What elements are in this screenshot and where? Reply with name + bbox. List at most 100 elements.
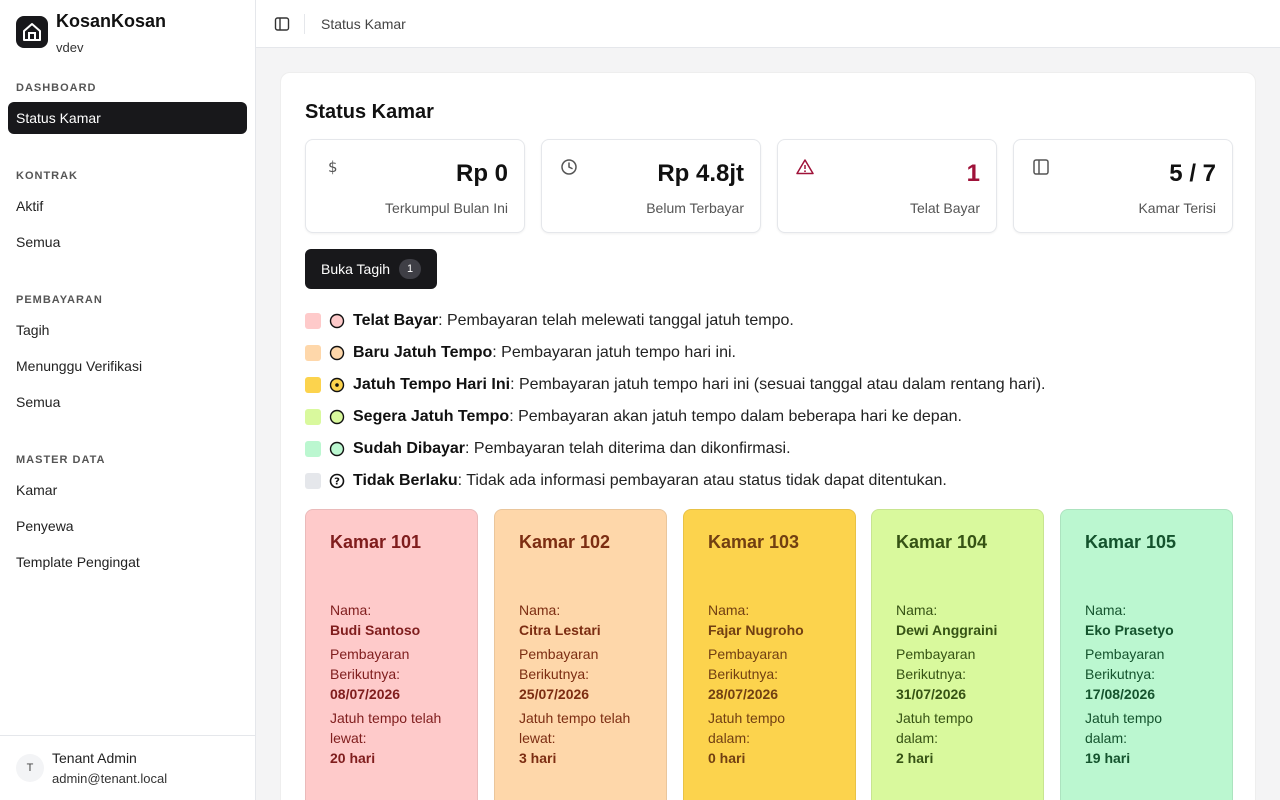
room-label: dalam: [1085, 730, 1128, 746]
room-label: Pembayaran [896, 646, 976, 662]
door-icon [1033, 159, 1049, 175]
room-next-date: 08/07/2026 [330, 686, 401, 702]
status-legend: Telat Bayar: Pembayaran telah melewati t… [305, 305, 1045, 497]
room-label: Nama: [896, 602, 938, 618]
room-label: lewat: [519, 730, 556, 746]
sidebar: KosanKosan vdev DASHBOARD Status Kamar K… [0, 0, 256, 800]
room-tenant: Eko Prasetyo [1085, 622, 1174, 638]
brand[interactable]: KosanKosan vdev [16, 12, 166, 55]
legend-item: Segera Jatuh Tempo: Pembayaran akan jatu… [305, 401, 1045, 433]
room-label: Jatuh tempo telah [519, 710, 631, 726]
room-label: Pembayaran [1085, 646, 1165, 662]
nav-section-dashboard: DASHBOARD Status Kamar [8, 78, 247, 134]
nav-section-label: MASTER DATA [16, 454, 106, 466]
clock-icon [561, 159, 577, 175]
stat-card-unpaid: Rp 4.8jt Belum Terbayar [541, 139, 761, 233]
legend-title: Tidak Berlaku [353, 472, 458, 489]
room-card[interactable]: Kamar 102 Nama: Citra Lestari Pembayaran… [494, 509, 667, 800]
sidebar-item-penyewa[interactable]: Penyewa [8, 510, 247, 542]
stat-label: Kamar Terisi [1138, 200, 1216, 216]
room-label: Jatuh tempo telah [330, 710, 442, 726]
open-billing-button[interactable]: Buka Tagih 1 [305, 249, 437, 289]
room-card[interactable]: Kamar 103 Nama: Fajar Nugroho Pembayaran… [683, 509, 856, 800]
open-billing-label: Buka Tagih [321, 261, 391, 277]
room-card[interactable]: Kamar 104 Nama: Dewi Anggraini Pembayara… [871, 509, 1044, 800]
room-label: Berikutnya: [1085, 666, 1156, 682]
sidebar-item-kontrak-aktif[interactable]: Aktif [8, 190, 247, 222]
room-label: Pembayaran [330, 646, 410, 662]
legend-swatch [305, 441, 321, 457]
room-label: lewat: [330, 730, 367, 746]
room-next-date: 28/07/2026 [708, 686, 779, 702]
stat-value: Rp 0 [455, 160, 508, 187]
count-badge: 1 [399, 259, 421, 279]
stat-value: 5 / 7 [1169, 160, 1216, 187]
circle-icon [329, 409, 345, 425]
svg-text:$: $ [328, 158, 338, 176]
room-label: Nama: [519, 602, 561, 618]
room-title: Kamar 101 [330, 532, 422, 552]
stat-label: Terkumpul Bulan Ini [385, 200, 508, 216]
svg-text:?: ? [334, 477, 340, 488]
user-name: Tenant Admin [52, 750, 137, 766]
page-title: Status Kamar [305, 101, 434, 123]
room-label: Berikutnya: [896, 666, 967, 682]
legend-item: Baru Jatuh Tempo: Pembayaran jatuh tempo… [305, 337, 1045, 369]
home-logo-icon [16, 16, 48, 48]
sidebar-item-status-kamar[interactable]: Status Kamar [8, 102, 247, 134]
room-title: Kamar 104 [896, 532, 988, 552]
circle-icon [329, 441, 345, 457]
sidebar-item-kamar[interactable]: Kamar [8, 474, 247, 506]
stat-label: Telat Bayar [909, 200, 980, 216]
legend-item: ? Tidak Berlaku: Tidak ada informasi pem… [305, 465, 1045, 497]
nav-section-kontrak: KONTRAK Aktif Semua [8, 166, 247, 258]
nav-section-label: PEMBAYARAN [16, 294, 103, 306]
user-menu[interactable]: T Tenant Admin admin@tenant.local [0, 735, 255, 800]
legend-desc: : Pembayaran akan jatuh tempo dalam bebe… [509, 408, 962, 425]
room-next-date: 17/08/2026 [1085, 686, 1156, 702]
nav-section-label: DASHBOARD [16, 82, 97, 94]
room-title: Kamar 103 [708, 532, 800, 552]
sidebar-item-template-pengingat[interactable]: Template Pengingat [8, 546, 247, 578]
room-label: dalam: [708, 730, 751, 746]
nav-section-label: KONTRAK [16, 170, 78, 182]
room-due: 3 hari [519, 750, 557, 766]
user-email: admin@tenant.local [52, 771, 168, 786]
room-tenant: Budi Santoso [330, 622, 421, 638]
nav-section-master-data: MASTER DATA Kamar Penyewa Template Pengi… [8, 450, 247, 578]
legend-swatch [305, 409, 321, 425]
avatar: T [16, 754, 44, 782]
legend-desc: : Pembayaran jatuh tempo hari ini. [492, 344, 736, 361]
room-title: Kamar 102 [519, 532, 611, 552]
legend-swatch [305, 345, 321, 361]
nav-section-pembayaran: PEMBAYARAN Tagih Menunggu Verifikasi Sem… [8, 290, 247, 418]
room-tenant: Citra Lestari [519, 622, 601, 638]
legend-desc: : Pembayaran telah melewati tanggal jatu… [438, 312, 794, 329]
room-card[interactable]: Kamar 105 Nama: Eko Prasetyo Pembayaran … [1060, 509, 1233, 800]
legend-item: Telat Bayar: Pembayaran telah melewati t… [305, 305, 1045, 337]
main-card: Status Kamar $ Rp 0 Terkumpul Bulan Ini … [280, 72, 1256, 800]
alert-triangle-icon [796, 159, 814, 175]
stat-card-late: 1 Telat Bayar [777, 139, 997, 233]
legend-swatch [305, 377, 321, 393]
app-subtitle: vdev [56, 40, 84, 55]
topbar-divider [304, 14, 305, 34]
room-label: Berikutnya: [519, 666, 590, 682]
room-label: dalam: [896, 730, 939, 746]
legend-item: Sudah Dibayar: Pembayaran telah diterima… [305, 433, 1045, 465]
stat-value: 1 [966, 160, 980, 187]
room-label: Jatuh tempo [896, 710, 974, 726]
room-label: Berikutnya: [708, 666, 779, 682]
sidebar-item-kontrak-semua[interactable]: Semua [8, 226, 247, 258]
sidebar-toggle-icon[interactable] [274, 16, 290, 32]
breadcrumb: Status Kamar [321, 16, 406, 32]
sidebar-item-tagih[interactable]: Tagih [8, 314, 247, 346]
sidebar-item-menunggu-verifikasi[interactable]: Menunggu Verifikasi [8, 350, 247, 382]
question-circle-icon: ? [329, 473, 345, 489]
room-label: Nama: [708, 602, 750, 618]
sidebar-item-pembayaran-semua[interactable]: Semua [8, 386, 247, 418]
room-card[interactable]: Kamar 101 Nama: Budi Santoso Pembayaran … [305, 509, 478, 800]
legend-title: Baru Jatuh Tempo [353, 344, 493, 361]
legend-title: Sudah Dibayar [353, 440, 466, 457]
stat-label: Belum Terbayar [646, 200, 744, 216]
